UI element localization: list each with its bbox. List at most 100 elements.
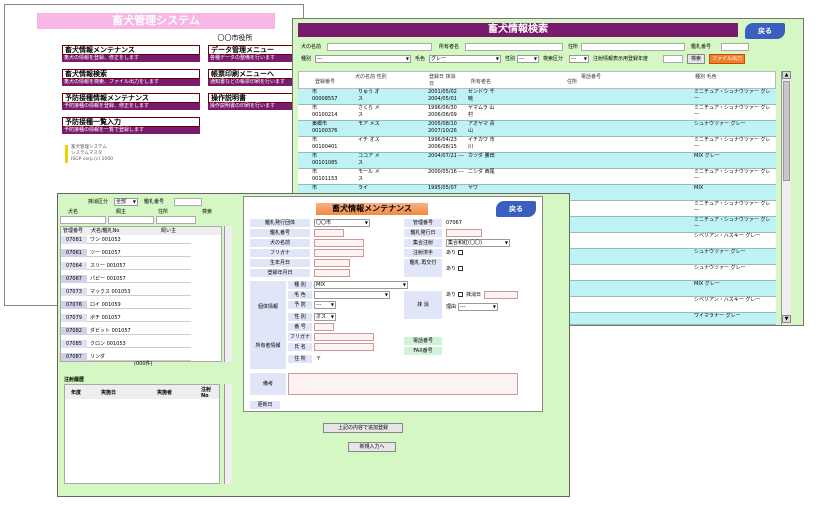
issuer-select[interactable]: 〇〇市 xyxy=(314,219,370,227)
list-item-name: ワン 001053 xyxy=(90,237,121,243)
kanri-no-value: 07067 xyxy=(446,220,462,226)
reg-kind-select[interactable]: 全部 xyxy=(114,198,138,206)
owner-furigana-label: フリガナ xyxy=(288,333,312,341)
table-row[interactable]: 市 00100214 さくら メス 1996/06/30 2006/06/09 … xyxy=(298,105,776,121)
kanri-input[interactable] xyxy=(174,198,202,206)
list-item[interactable]: 07079 ポチ 001057 xyxy=(61,314,191,322)
delete-checkbox[interactable] xyxy=(458,292,463,297)
dog-name-input[interactable] xyxy=(327,43,432,51)
list-item[interactable]: 07082 ダビット 001057 xyxy=(61,327,191,335)
cell-kind: シベリアン・ハスキー グレー xyxy=(694,297,761,303)
list-item-name: スリー 001057 xyxy=(90,263,126,269)
list-item[interactable]: 07085 クロン 001053 xyxy=(61,340,191,348)
list-item[interactable]: 07073 マックス 001053 xyxy=(61,288,191,296)
owner-name-input[interactable] xyxy=(314,343,374,351)
dog-name-label: 犬の名前 xyxy=(301,44,322,50)
history-col-date: 実施日 xyxy=(101,390,117,396)
area-label: 検索区分 xyxy=(543,56,564,62)
kansatsu-input[interactable] xyxy=(314,229,344,237)
history-scrollbar[interactable] xyxy=(224,384,232,484)
menu-item-label: データ管理メニュー xyxy=(208,45,303,55)
address-label: 住所 xyxy=(158,209,169,215)
birth-input[interactable] xyxy=(314,259,350,267)
dog-name-label: 犬名 xyxy=(68,209,79,215)
back-button[interactable]: 戻る xyxy=(496,201,536,217)
cell-name: りゅう オス xyxy=(358,89,380,102)
history-header: 年度 実施日 実施者 注射 No xyxy=(65,385,219,399)
reason-label: 理由 xyxy=(446,304,457,310)
owner-no-input[interactable] xyxy=(314,323,334,331)
list-item-id: 07064 xyxy=(61,262,87,270)
scroll-thumb[interactable] xyxy=(783,81,790,181)
table-row[interactable]: 市 00101085 ココア メス 2004/07/21 --- カツダ 勝田 … xyxy=(298,153,776,169)
inj-done-checkbox[interactable] xyxy=(458,250,463,255)
list-item[interactable]: 07064 スリー 001057 xyxy=(61,262,191,270)
area-select[interactable]: --- xyxy=(569,55,589,63)
search-button[interactable]: 検索 xyxy=(202,208,212,216)
owner-furigana-input[interactable] xyxy=(314,333,374,341)
table-row[interactable]: 市 00101153 モール メス 2000/05/16 --- ニシダ 西尾 … xyxy=(298,169,776,185)
remarks-label: 備考 xyxy=(250,373,286,395)
list-scrollbar[interactable] xyxy=(224,226,232,362)
kanri-input[interactable] xyxy=(721,43,749,51)
owner-name-input[interactable] xyxy=(465,43,563,51)
delete-date-input[interactable] xyxy=(484,291,518,299)
new-entry-button[interactable]: 新規入力へ xyxy=(348,442,396,452)
color-select[interactable] xyxy=(314,291,390,299)
kansatsu-date-input[interactable] xyxy=(446,229,482,237)
back-button[interactable]: 戻る xyxy=(745,23,785,39)
dog-name-input[interactable] xyxy=(314,239,364,247)
list-item[interactable]: 07067 パピー 001057 xyxy=(61,275,191,283)
furigana-input[interactable] xyxy=(314,249,364,257)
menu-dog-maintenance[interactable]: 畜犬情報メンテナンス 畜犬の情報を登録、修正をします xyxy=(62,45,200,62)
reason-select[interactable]: --- xyxy=(458,303,498,311)
color-select[interactable]: グレー xyxy=(429,55,501,63)
menu-manual[interactable]: 操作説明書 操作説明書の印刷を行います xyxy=(208,93,303,110)
kind-select[interactable]: MIX xyxy=(314,281,408,289)
scroll-down-icon[interactable]: ▼ xyxy=(782,315,791,323)
menu-data-management[interactable]: データ管理メニュー 各種データの整備を行います xyxy=(208,45,303,62)
list-item[interactable]: 07061 ツー 001057 xyxy=(61,249,191,257)
prevent-select[interactable]: --- xyxy=(314,301,336,309)
list-item-id: 07085 xyxy=(61,340,87,348)
scroll-up-icon[interactable]: ▲ xyxy=(782,71,791,79)
save-button[interactable]: 上記の内容で追加登録 xyxy=(323,423,403,433)
inj-year-label: 注射情報表示用登録年度 xyxy=(593,56,649,62)
list-item[interactable]: 07081 ワン 001053 xyxy=(61,236,191,244)
fax-label: FAX番号 xyxy=(404,347,442,355)
menu-vaccine-maintenance[interactable]: 予防接種情報メンテナンス 予防接種の情報を登録、修正をします xyxy=(62,93,200,110)
dog-name-input[interactable] xyxy=(60,216,106,224)
sex-select[interactable]: --- xyxy=(517,55,539,63)
menu-vaccine-list[interactable]: 予防接種一覧入力 予防接種の情報を一覧で登録します xyxy=(62,117,200,134)
list-item-id: 07082 xyxy=(61,327,87,335)
kansatsu-date-label: 鑑札発行日 xyxy=(404,229,442,237)
cell-kind: MIX xyxy=(694,185,704,191)
reg-date-input[interactable] xyxy=(314,269,350,277)
address-input[interactable] xyxy=(156,216,196,224)
group-inj-select[interactable]: 集合和紅(〇〇) xyxy=(446,239,510,247)
cell-name: モール メス xyxy=(358,169,380,182)
reissue-checkbox[interactable] xyxy=(458,266,463,271)
owner-input[interactable] xyxy=(108,216,154,224)
sex-select[interactable]: オス xyxy=(314,313,336,321)
address-input[interactable] xyxy=(581,43,685,51)
menu-print[interactable]: 帳票印刷メニューへ 通知書などの帳票印刷を行います xyxy=(208,69,303,86)
table-row[interactable]: 市 00100401 イチ オス 1996/04/23 2006/08/15 イ… xyxy=(298,137,776,153)
table-row[interactable]: 市 00008557 りゅう オス 2001/05/02 2004/05/01 … xyxy=(298,89,776,105)
table-row[interactable]: 東郷市 00100376 モア メス 2005/08/10 2007/10/26… xyxy=(298,121,776,137)
inj-year-input[interactable] xyxy=(663,55,683,63)
remarks-input[interactable] xyxy=(288,373,518,395)
list-col-name: 犬名/鑑札No xyxy=(91,228,120,234)
col-address: 住所 xyxy=(567,79,578,85)
export-button[interactable]: ファイル出力 xyxy=(709,54,745,64)
kind-select[interactable]: --- xyxy=(315,55,411,63)
cell-date: 1995/05/07 xyxy=(428,185,457,191)
cell-kind: シュナウツァー グレー xyxy=(694,265,746,271)
footer-info: 畜犬管理システム システムマスタ ISGP corp.(c) 1000 xyxy=(65,145,135,163)
results-scrollbar[interactable]: ▲ ▼ xyxy=(781,71,791,325)
list-item[interactable]: 07076 ロイ 001059 xyxy=(61,301,191,309)
menu-dog-search[interactable]: 畜犬情報検索 畜犬の情報を検索、ファイル出力をします xyxy=(62,69,200,86)
list-item[interactable]: 07087 リンダ xyxy=(61,353,191,361)
list-item-name: リンダ xyxy=(90,354,106,360)
search-button[interactable]: 検索 xyxy=(687,54,705,64)
